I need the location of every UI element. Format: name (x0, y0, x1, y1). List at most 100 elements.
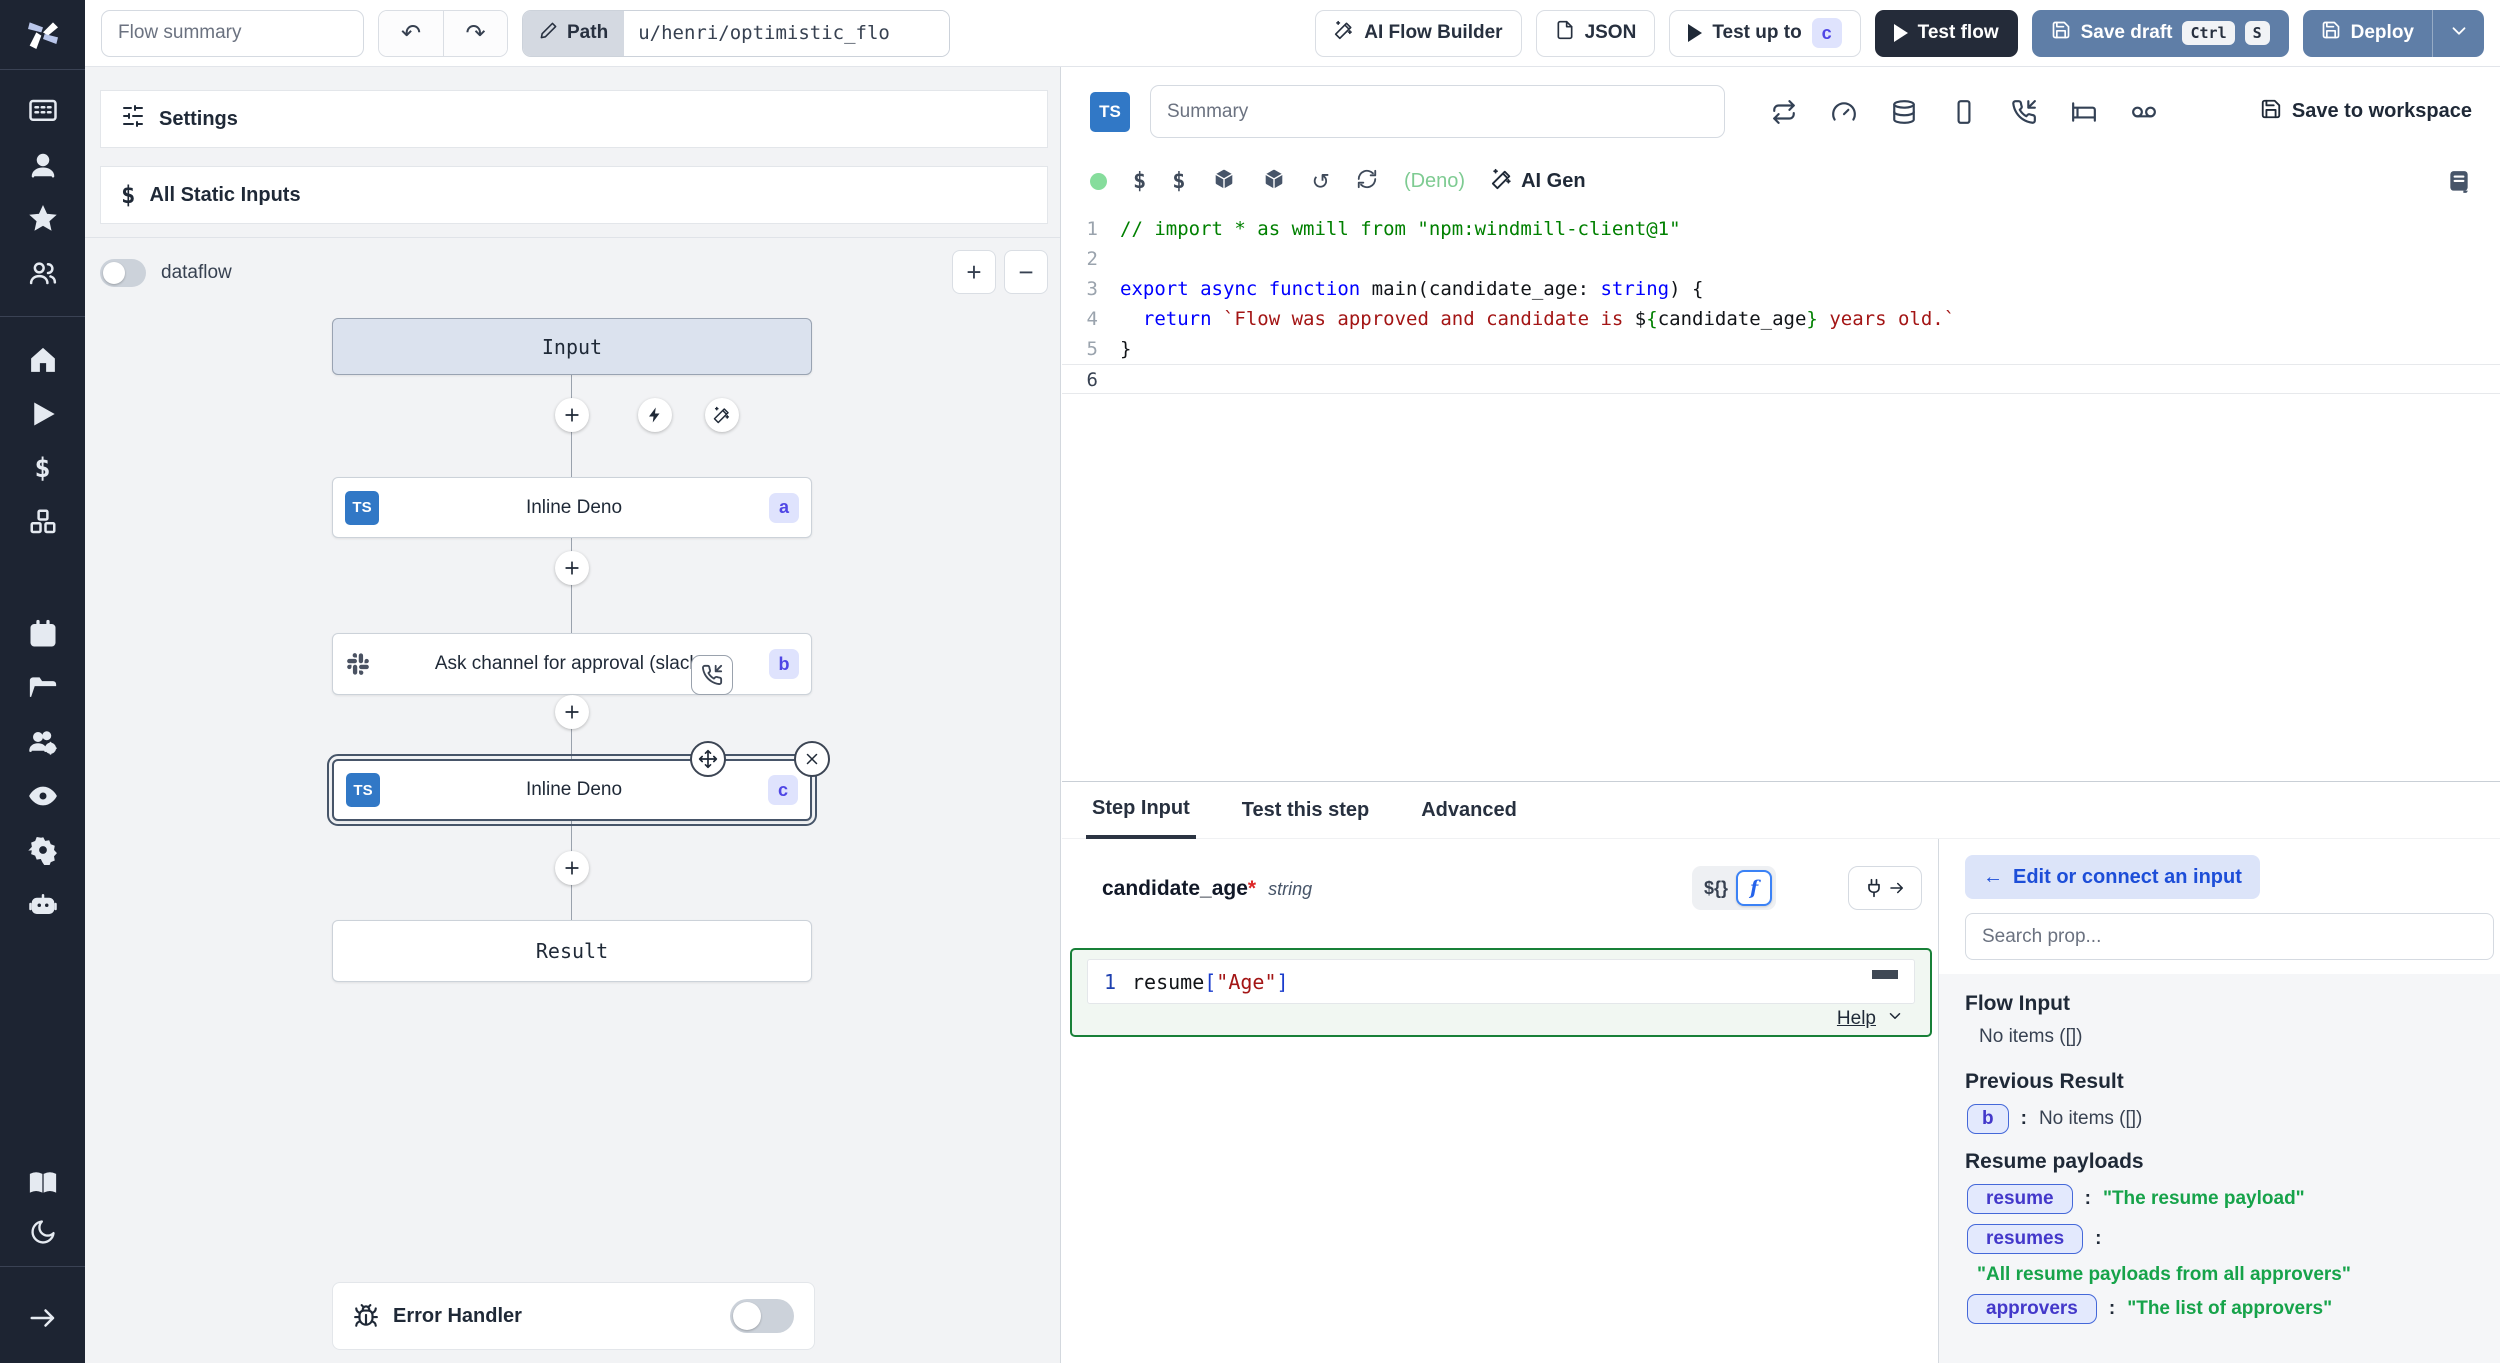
redo-button[interactable]: ↷ (443, 11, 507, 56)
mock-voicemail-icon[interactable] (2131, 99, 2157, 125)
trigger-bolt-button[interactable] (638, 398, 672, 432)
reset-icon[interactable]: ↺ (1312, 171, 1330, 193)
cache-database-icon[interactable] (1891, 99, 1917, 125)
path-value[interactable]: u/henri/optimistic_flo (624, 11, 949, 56)
json-button[interactable]: JSON (1536, 10, 1656, 57)
deploy-more-button[interactable] (2432, 10, 2484, 57)
resumes-key-chip[interactable]: resumes (1967, 1224, 2083, 1254)
suspend-phone-icon[interactable] (2011, 99, 2037, 125)
user-icon[interactable] (0, 138, 85, 192)
variables-icon[interactable]: $ (0, 441, 85, 495)
wand-icon (1491, 168, 1513, 196)
zoom-in-button[interactable]: + (952, 250, 996, 294)
users-icon[interactable] (0, 246, 85, 300)
home-icon[interactable] (0, 333, 85, 387)
flow-settings-button[interactable]: Settings (100, 90, 1048, 148)
expression-editor[interactable]: 1 resume["Age"] Help (1070, 948, 1932, 1037)
template-mode-button[interactable]: ${} (1704, 878, 1728, 899)
expression-input[interactable]: 1 resume["Age"] (1087, 959, 1915, 1004)
schedules-icon[interactable] (0, 607, 85, 661)
insert-step-plus-button[interactable] (555, 398, 589, 432)
insert-step-plus-button[interactable] (555, 851, 589, 885)
insert-step-plus-button[interactable] (555, 695, 589, 729)
deploy-button[interactable]: Deploy (2303, 10, 2432, 57)
all-static-inputs-button[interactable]: $ All Static Inputs (100, 166, 1048, 224)
expand-sidebar-arrow-icon[interactable] (0, 1291, 85, 1345)
insert-resource-icon[interactable]: $ (1172, 171, 1185, 193)
zoom-out-button[interactable]: − (1004, 250, 1048, 294)
expression-scrollbar[interactable] (1872, 970, 1898, 979)
edit-or-connect-button[interactable]: ← Edit or connect an input (1965, 855, 2260, 899)
resources-icon[interactable] (0, 495, 85, 549)
delete-node-button[interactable] (794, 741, 830, 777)
status-dot (1090, 173, 1107, 190)
panel-divider (85, 237, 1060, 238)
sidebar-divider (0, 316, 85, 317)
search-prop-input[interactable] (1965, 913, 2494, 960)
concurrency-gauge-icon[interactable] (1831, 99, 1857, 125)
expression-line-number: 1 (1088, 970, 1132, 994)
flow-node-a[interactable]: TS Inline Deno a (332, 477, 812, 538)
flow-summary-input[interactable] (101, 10, 364, 57)
ai-wand-button[interactable] (705, 398, 739, 432)
error-handler-toggle[interactable] (730, 1299, 794, 1333)
ai-flow-builder-button[interactable]: AI Flow Builder (1315, 10, 1521, 57)
deploy-split-button: Deploy (2303, 10, 2484, 57)
package-icon[interactable] (1262, 167, 1286, 196)
error-handler-bar[interactable]: Error Handler (332, 1282, 815, 1350)
connect-input-button[interactable] (1848, 866, 1922, 910)
tab-advanced[interactable]: Advanced (1415, 782, 1523, 839)
retry-icon[interactable] (1771, 99, 1797, 125)
prev-result-badge[interactable]: b (1967, 1104, 2009, 1134)
path-edit-button[interactable]: Path (523, 11, 624, 56)
reload-icon[interactable] (1356, 168, 1378, 195)
apps-icon[interactable] (0, 84, 85, 138)
docs-book-icon[interactable] (0, 1156, 85, 1210)
save-draft-button[interactable]: Save draft Ctrl S (2032, 10, 2289, 57)
workers-robot-icon[interactable] (0, 877, 85, 931)
connectable-props: Flow Input No items ([]) Previous Result… (1939, 974, 2500, 1363)
sleep-bed-icon[interactable] (2071, 99, 2097, 125)
undo-button[interactable]: ↶ (379, 11, 443, 56)
tab-step-input[interactable]: Step Input (1086, 782, 1196, 839)
javascript-mode-button[interactable]: f (1736, 870, 1772, 906)
package-icon[interactable] (1212, 167, 1236, 196)
library-icon[interactable] (2446, 169, 2472, 195)
early-stop-icon[interactable] (1951, 99, 1977, 125)
resume-key-chip[interactable]: resume (1967, 1184, 2073, 1214)
typescript-icon: TS (346, 773, 380, 807)
star-icon[interactable] (0, 192, 85, 246)
language-label[interactable]: (Deno) (1404, 170, 1465, 193)
flow-node-input[interactable]: Input (332, 318, 812, 375)
flow-node-c-selected[interactable]: TS Inline Deno c (332, 759, 812, 821)
code-editor[interactable]: 1// import * as wmill from "npm:windmill… (1062, 208, 2500, 781)
windmill-logo[interactable] (23, 14, 63, 59)
prop-type: string (1268, 879, 1312, 900)
test-flow-button[interactable]: Test flow (1875, 10, 2018, 57)
groups-icon[interactable] (0, 715, 85, 769)
ai-gen-button[interactable]: AI Gen (1491, 168, 1585, 196)
folders-icon[interactable] (0, 661, 85, 715)
expression-help[interactable]: Help (1837, 1007, 1904, 1030)
audit-logs-icon[interactable] (0, 769, 85, 823)
flow-node-result[interactable]: Result (332, 920, 812, 982)
sliders-icon (121, 104, 145, 134)
settings-gear-icon[interactable] (0, 823, 85, 877)
step-summary-input[interactable] (1150, 85, 1725, 138)
insert-step-plus-button[interactable] (555, 551, 589, 585)
dark-mode-moon-icon[interactable] (0, 1210, 85, 1254)
expression-code: resume["Age"] (1132, 970, 1289, 994)
save-to-workspace-button[interactable]: Save to workspace (2260, 98, 2472, 126)
test-up-to-button[interactable]: Test up to c (1669, 10, 1860, 57)
step-config-icons (1771, 99, 2157, 125)
tab-test-this-step[interactable]: Test this step (1236, 782, 1375, 839)
approvers-key-chip[interactable]: approvers (1967, 1294, 2097, 1324)
move-node-button[interactable] (690, 741, 726, 777)
runs-icon[interactable] (0, 387, 85, 441)
node-badge-b: b (769, 649, 799, 679)
resume-payloads-title: Resume payloads (1965, 1150, 2474, 1174)
step-badge: c (1812, 18, 1842, 48)
insert-variable-icon[interactable]: $ (1133, 171, 1146, 193)
flow-node-b[interactable]: Ask channel for approval (slack) b (332, 633, 812, 695)
dataflow-toggle[interactable] (100, 259, 146, 287)
